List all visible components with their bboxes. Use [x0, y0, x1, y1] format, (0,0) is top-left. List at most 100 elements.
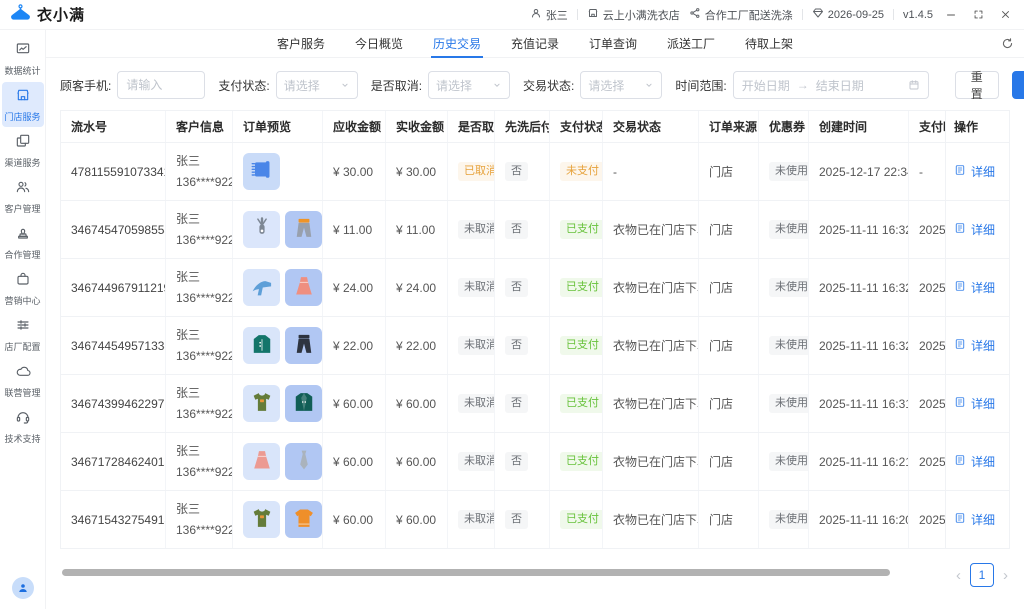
cancelled-badge: 已取消	[458, 162, 495, 180]
preview-thumb[interactable]	[285, 269, 322, 306]
detail-link-label: 详细	[971, 453, 995, 470]
trade-status-select[interactable]: 请选择	[580, 71, 662, 99]
sidebar-item-channel[interactable]: 渠道服务	[2, 128, 44, 173]
tab-today-overview[interactable]: 今日概览	[340, 30, 418, 58]
user-avatar[interactable]	[12, 577, 34, 599]
preview-thumb[interactable]	[285, 385, 322, 422]
app-version: v1.4.5	[903, 9, 933, 21]
reset-button[interactable]: 重 置	[955, 71, 999, 99]
cell-created: 2025-11-11 16:32:12	[809, 259, 909, 316]
carpet-icon	[249, 157, 275, 186]
minimize-icon[interactable]	[942, 6, 960, 24]
preview-thumb[interactable]	[243, 153, 280, 190]
serial-number: 34674399462297600	[71, 397, 166, 411]
preview-thumb[interactable]	[285, 211, 322, 248]
maximize-icon[interactable]	[969, 6, 987, 24]
tab-customer-service[interactable]: 客户服务	[262, 30, 340, 58]
tab-order-query[interactable]: 订单查询	[574, 30, 652, 58]
cell-received: ¥ 11.00	[386, 201, 448, 258]
chevron-down-icon	[340, 80, 350, 90]
sidebar-item-label: 门店服务	[4, 110, 40, 123]
cell-receivable: ¥ 60.00	[323, 433, 386, 490]
sidebar-item-union[interactable]: 联营管理	[2, 358, 44, 403]
cell-paylater: 否	[495, 143, 550, 200]
page-number[interactable]: 1	[970, 563, 994, 587]
detail-link[interactable]: 详细	[954, 395, 995, 412]
detail-link[interactable]: 详细	[954, 337, 995, 354]
serial-number: 34674547059855360	[71, 223, 166, 237]
sidebar-item-marketing[interactable]: 营销中心	[2, 266, 44, 311]
filter-cancel-status: 是否取消: 请选择	[371, 71, 510, 99]
sidebar-item-support[interactable]: 技术支持	[2, 404, 44, 449]
sidebar-item-store[interactable]: 门店服务	[2, 82, 44, 127]
cell-preview	[233, 317, 323, 374]
preview-thumb[interactable]	[285, 501, 322, 538]
pay-status-select[interactable]: 请选择	[276, 71, 358, 99]
sidebar-item-customer[interactable]: 客户管理	[2, 174, 44, 219]
preview-thumb[interactable]	[243, 443, 280, 480]
customer-phone: 136****9222	[176, 346, 233, 366]
calendar-icon	[908, 79, 920, 91]
cell-coupon: 未使用	[759, 259, 809, 316]
cell-coupon: 未使用	[759, 143, 809, 200]
tab-pending-shelf[interactable]: 待取上架	[730, 30, 808, 58]
detail-link[interactable]: 详细	[954, 279, 995, 296]
dress-icon	[249, 447, 275, 476]
customer-name: 张三	[176, 267, 200, 287]
phone-input[interactable]	[126, 78, 196, 92]
tradestate-value: 衣物已在门店下单	[613, 279, 699, 296]
preview-thumb[interactable]	[285, 327, 322, 364]
next-page-icon[interactable]: ›	[1003, 568, 1008, 583]
work-mode[interactable]: 合作工厂配送洗涤	[689, 7, 793, 23]
cell-tradestate: 衣物已在门店下单	[603, 259, 699, 316]
refresh-icon[interactable]	[1001, 37, 1014, 55]
date-range-picker[interactable]: 开始日期 → 结束日期	[733, 71, 929, 99]
current-user[interactable]: 张三	[530, 7, 568, 23]
tab-dispatch-factory[interactable]: 派送工厂	[652, 30, 730, 58]
preview-thumb[interactable]	[243, 327, 280, 364]
preview-thumb[interactable]	[285, 443, 322, 480]
detail-link[interactable]: 详细	[954, 511, 995, 528]
divider	[802, 9, 803, 20]
detail-link[interactable]: 详细	[954, 163, 995, 180]
horizontal-scrollbar[interactable]	[62, 569, 890, 576]
coupon-badge: 未使用	[769, 452, 809, 470]
divider	[893, 9, 894, 20]
paylater-badge: 否	[505, 394, 528, 412]
action-cell: 详细	[945, 201, 1009, 258]
preview-thumb[interactable]	[243, 385, 280, 422]
prev-page-icon[interactable]: ‹	[956, 568, 961, 583]
cell-created: 2025-11-11 16:31:49	[809, 375, 909, 432]
created-value: 2025-12-17 22:34:12	[819, 165, 909, 179]
filter-phone: 顾客手机:	[60, 71, 205, 99]
close-icon[interactable]	[996, 6, 1014, 24]
cell-preview	[233, 259, 323, 316]
current-store[interactable]: 云上小满洗衣店	[587, 7, 680, 23]
stats-icon	[15, 41, 31, 62]
column-header-serial: 流水号	[61, 111, 166, 142]
preview-thumb[interactable]	[243, 211, 280, 248]
sidebar-item-stats[interactable]: 数据统计	[2, 36, 44, 81]
cancelled-badge: 未取消	[458, 510, 495, 528]
table-row: 34674547059855360张三136****9222¥ 11.00¥ 1…	[61, 201, 1009, 259]
cell-created: 2025-11-11 16:21:12	[809, 433, 909, 490]
cell-preview	[233, 491, 323, 548]
tab-recharge-record[interactable]: 充值记录	[496, 30, 574, 58]
column-header-created: 创建时间	[809, 111, 909, 142]
search-button[interactable]: 查 询	[1012, 71, 1024, 99]
sidebar-item-config[interactable]: 店厂配置	[2, 312, 44, 357]
document-icon	[954, 454, 966, 469]
cancel-status-select[interactable]: 请选择	[428, 71, 510, 99]
paystate-badge: 未支付	[560, 162, 603, 180]
preview-thumb[interactable]	[243, 269, 280, 306]
preview-thumb[interactable]	[243, 501, 280, 538]
action-cell: 详细	[945, 491, 1009, 548]
detail-link[interactable]: 详细	[954, 221, 995, 238]
hanger-logo-icon	[10, 2, 31, 28]
cancelled-badge: 未取消	[458, 452, 495, 470]
sidebar-item-coop[interactable]: 合作管理	[2, 220, 44, 265]
detail-link[interactable]: 详细	[954, 453, 995, 470]
source-value: 门店	[709, 395, 733, 412]
cell-paystate: 已支付	[550, 375, 603, 432]
tab-history-trade[interactable]: 历史交易	[418, 30, 496, 58]
